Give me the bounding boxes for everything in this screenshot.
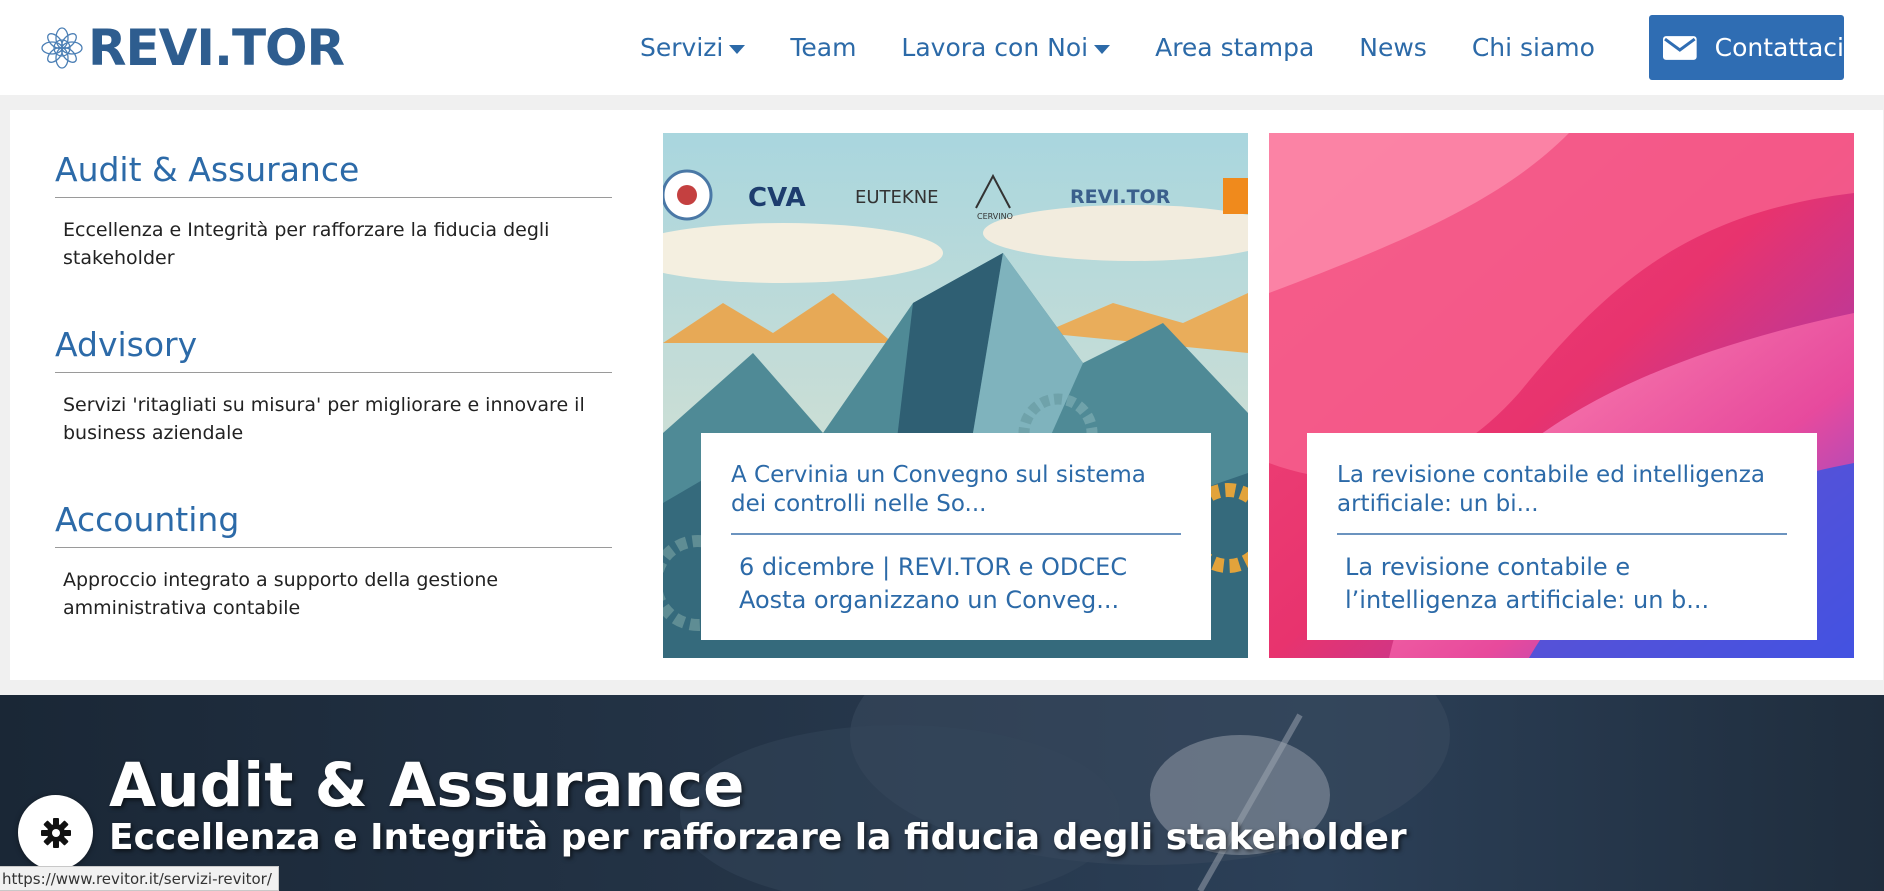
- service-description: Approccio integrato a supporto della ges…: [63, 569, 499, 619]
- logo-mark-icon: [41, 27, 83, 69]
- news-card-excerpt[interactable]: La revisione contabile e l’intelligenza …: [1337, 535, 1787, 617]
- nav-lavora-con-noi[interactable]: Lavora con Noi: [901, 33, 1111, 62]
- service-title[interactable]: Advisory: [55, 325, 612, 373]
- news-card-content: A Cervinia un Convegno sul sistema dei c…: [701, 433, 1211, 640]
- service-description: Eccellenza e Integrità per rafforzare la…: [63, 219, 550, 269]
- site-logo[interactable]: REVI.TOR: [38, 19, 345, 77]
- caret-down-icon: [1094, 44, 1111, 54]
- cookie-settings-button[interactable]: [18, 795, 93, 870]
- nav-news-label: News: [1359, 33, 1427, 62]
- contact-button[interactable]: Contattaci: [1649, 15, 1844, 80]
- gear-icon: [40, 817, 71, 848]
- service-audit[interactable]: Audit & Assurance Eccellenza e Integrità…: [55, 150, 612, 272]
- news-card-excerpt[interactable]: 6 dicembre | REVI.TOR e ODCEC Aosta orga…: [731, 535, 1181, 617]
- hero-title: Audit & Assurance: [109, 750, 745, 821]
- logo-text: REVI.TOR: [88, 19, 345, 77]
- nav-lavora-label: Lavora con Noi: [901, 33, 1089, 62]
- nav-area-stampa[interactable]: Area stampa: [1155, 33, 1314, 62]
- nav-chi-siamo-label: Chi siamo: [1471, 33, 1595, 62]
- main-nav: Servizi Team Lavora con Noi Area stampa …: [640, 0, 1640, 95]
- service-accounting[interactable]: Accounting Approccio integrato a support…: [55, 500, 612, 622]
- nav-team-label: Team: [790, 33, 857, 62]
- nav-servizi[interactable]: Servizi: [640, 33, 746, 62]
- service-description: Servizi 'ritagliati su misura' per migli…: [63, 394, 585, 444]
- news-card-title[interactable]: A Cervinia un Convegno sul sistema dei c…: [731, 461, 1181, 535]
- logo-cervino: CERVINO: [977, 212, 1013, 221]
- envelope-icon: [1663, 35, 1697, 60]
- caret-down-icon: [729, 44, 746, 54]
- service-advisory[interactable]: Advisory Servizi 'ritagliati su misura' …: [55, 325, 612, 447]
- hero-subtitle: Eccellenza e Integrità per rafforzare la…: [109, 817, 1407, 858]
- site-header: REVI.TOR Servizi Team Lavora con Noi Are…: [0, 0, 1884, 95]
- news-card[interactable]: La revisione contabile ed intelligenza a…: [1269, 133, 1854, 658]
- services-mega-menu: Audit & Assurance Eccellenza e Integrità…: [10, 110, 1883, 680]
- contact-button-label: Contattaci: [1714, 33, 1844, 62]
- news-card-content: La revisione contabile ed intelligenza a…: [1307, 433, 1817, 640]
- nav-chi-siamo[interactable]: Chi siamo: [1472, 33, 1595, 62]
- news-card-title[interactable]: La revisione contabile ed intelligenza a…: [1337, 461, 1787, 535]
- hero-banner: Audit & Assurance Eccellenza e Integrità…: [0, 695, 1884, 891]
- logo-revitor: REVI.TOR: [1070, 186, 1171, 208]
- status-bar-url: https://www.revitor.it/servizi-revitor/: [0, 866, 279, 891]
- nav-area-stampa-label: Area stampa: [1155, 33, 1315, 62]
- nav-servizi-label: Servizi: [640, 33, 724, 62]
- service-title[interactable]: Audit & Assurance: [55, 150, 612, 198]
- news-card[interactable]: CVA EUTEKNE CERVINO REVI.TOR A Cervinia …: [663, 133, 1248, 658]
- service-title[interactable]: Accounting: [55, 500, 612, 548]
- nav-team[interactable]: Team: [790, 33, 856, 62]
- logo-cva: CVA: [748, 183, 806, 213]
- logo-eutekne: EUTEKNE: [855, 187, 939, 208]
- nav-news[interactable]: News: [1359, 33, 1427, 62]
